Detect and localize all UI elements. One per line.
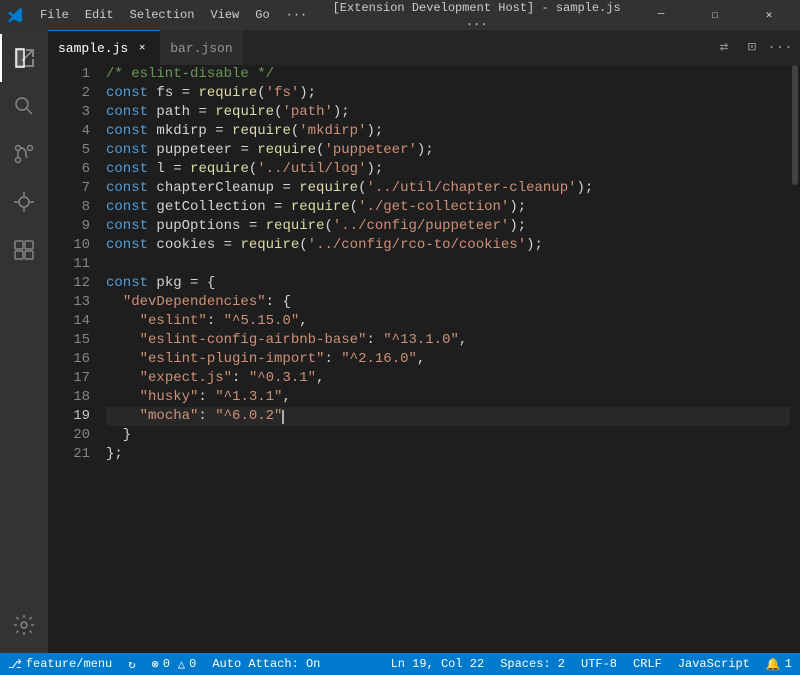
code-line: const path = require('path');: [106, 103, 790, 122]
code-line: const mkdirp = require('mkdirp');: [106, 122, 790, 141]
code-line: const fs = require('fs');: [106, 84, 790, 103]
spaces-label: Spaces: 2: [500, 657, 565, 671]
activity-settings[interactable]: [0, 605, 48, 653]
code-line: /* eslint-disable */: [106, 65, 790, 84]
status-errors[interactable]: ⊗ 0 △ 0: [143, 653, 204, 675]
code-line: const pkg = {: [106, 274, 790, 293]
branch-icon: ⎇: [8, 657, 22, 672]
minimize-button[interactable]: ─: [638, 0, 684, 30]
line-numbers: 12345 678910 1112131415 1617181920 21: [48, 65, 98, 653]
status-branch[interactable]: ⎇ feature/menu: [0, 653, 120, 675]
branch-label: feature/menu: [26, 657, 112, 671]
encoding-label: UTF-8: [581, 657, 617, 671]
code-line: "expect.js": "^0.3.1",: [106, 369, 790, 388]
status-eol[interactable]: CRLF: [625, 653, 670, 675]
code-content[interactable]: /* eslint-disable */ const fs = require(…: [98, 65, 790, 653]
tab-bar-json[interactable]: bar.json: [160, 30, 242, 65]
activity-bar: [0, 30, 48, 653]
tab-close-button[interactable]: ✕: [134, 40, 150, 56]
error-icon: ⊗: [151, 657, 158, 672]
split-editor-button[interactable]: ⇄: [712, 36, 736, 60]
status-notifications[interactable]: 🔔 1: [758, 653, 800, 675]
menu-file[interactable]: File: [32, 0, 77, 30]
status-left: ⎇ feature/menu ↻ ⊗ 0 △ 0 Auto Attach: On: [0, 653, 328, 675]
code-line: const getCollection = require('./get-col…: [106, 198, 790, 217]
vscode-icon: [8, 7, 24, 23]
scrollbar-thumb[interactable]: [792, 65, 798, 185]
activity-explorer[interactable]: [0, 34, 48, 82]
activity-source-control[interactable]: [0, 130, 48, 178]
tab-label-active: sample.js: [58, 41, 128, 56]
more-actions-button[interactable]: ···: [768, 36, 792, 60]
code-line: "eslint": "^5.15.0",: [106, 312, 790, 331]
main-layout: sample.js ✕ bar.json ⇄ ⊡ ··· 12345 67891…: [0, 30, 800, 653]
activity-extensions[interactable]: [0, 226, 48, 274]
activity-search[interactable]: [0, 82, 48, 130]
menu-edit[interactable]: Edit: [77, 0, 122, 30]
error-count: 0: [163, 657, 170, 671]
status-sync[interactable]: ↻: [120, 653, 143, 675]
status-language[interactable]: JavaScript: [670, 653, 758, 675]
window-controls: ─ ☐ ✕: [638, 0, 792, 30]
code-line: "devDependencies": {: [106, 293, 790, 312]
code-line: const puppeteer = require('puppeteer');: [106, 141, 790, 160]
menu-bar: File Edit Selection View Go ···: [32, 0, 315, 30]
code-line: const l = require('../util/log');: [106, 160, 790, 179]
activity-debug[interactable]: [0, 178, 48, 226]
code-line: const pupOptions = require('../config/pu…: [106, 217, 790, 236]
language-label: JavaScript: [678, 657, 750, 671]
scrollbar[interactable]: [790, 65, 800, 653]
code-editor[interactable]: 12345 678910 1112131415 1617181920 21 /*…: [48, 65, 800, 653]
bell-icon: 🔔: [766, 657, 781, 672]
menu-go[interactable]: Go: [247, 0, 277, 30]
code-line: "eslint-plugin-import": "^2.16.0",: [106, 350, 790, 369]
status-position[interactable]: Ln 19, Col 22: [383, 653, 493, 675]
menu-selection[interactable]: Selection: [122, 0, 203, 30]
title-bar: File Edit Selection View Go ··· [Extensi…: [0, 0, 800, 30]
status-right: Ln 19, Col 22 Spaces: 2 UTF-8 CRLF JavaS…: [383, 653, 800, 675]
menu-view[interactable]: View: [202, 0, 247, 30]
tab-sample-js[interactable]: sample.js ✕: [48, 30, 160, 65]
tabs-bar: sample.js ✕ bar.json ⇄ ⊡ ···: [48, 30, 800, 65]
close-button[interactable]: ✕: [746, 0, 792, 30]
warning-icon: △: [178, 657, 185, 672]
code-line: const cookies = require('../config/rco-t…: [106, 236, 790, 255]
position-label: Ln 19, Col 22: [391, 657, 485, 671]
code-line: [106, 255, 790, 274]
notification-count: 1: [785, 657, 792, 671]
sync-icon: ↻: [128, 657, 135, 672]
code-line: "husky": "^1.3.1",: [106, 388, 790, 407]
code-line: "eslint-config-airbnb-base": "^13.1.0",: [106, 331, 790, 350]
window-title: [Extension Development Host] - sample.js…: [319, 1, 634, 29]
code-line-active: "mocha": "^6.0.2": [106, 407, 790, 426]
tab-label-inactive: bar.json: [170, 41, 232, 56]
code-line: };: [106, 445, 790, 464]
tabs-actions: ⇄ ⊡ ···: [704, 30, 800, 65]
status-auto-attach[interactable]: Auto Attach: On: [204, 653, 328, 675]
layout-button[interactable]: ⊡: [740, 36, 764, 60]
editor-area: sample.js ✕ bar.json ⇄ ⊡ ··· 12345 67891…: [48, 30, 800, 653]
code-line: const chapterCleanup = require('../util/…: [106, 179, 790, 198]
status-encoding[interactable]: UTF-8: [573, 653, 625, 675]
code-line: }: [106, 426, 790, 445]
eol-label: CRLF: [633, 657, 662, 671]
status-spaces[interactable]: Spaces: 2: [492, 653, 573, 675]
warning-count: 0: [189, 657, 196, 671]
maximize-button[interactable]: ☐: [692, 0, 738, 30]
menu-more[interactable]: ···: [278, 0, 316, 30]
status-bar: ⎇ feature/menu ↻ ⊗ 0 △ 0 Auto Attach: On…: [0, 653, 800, 675]
auto-attach-label: Auto Attach: On: [212, 657, 320, 671]
